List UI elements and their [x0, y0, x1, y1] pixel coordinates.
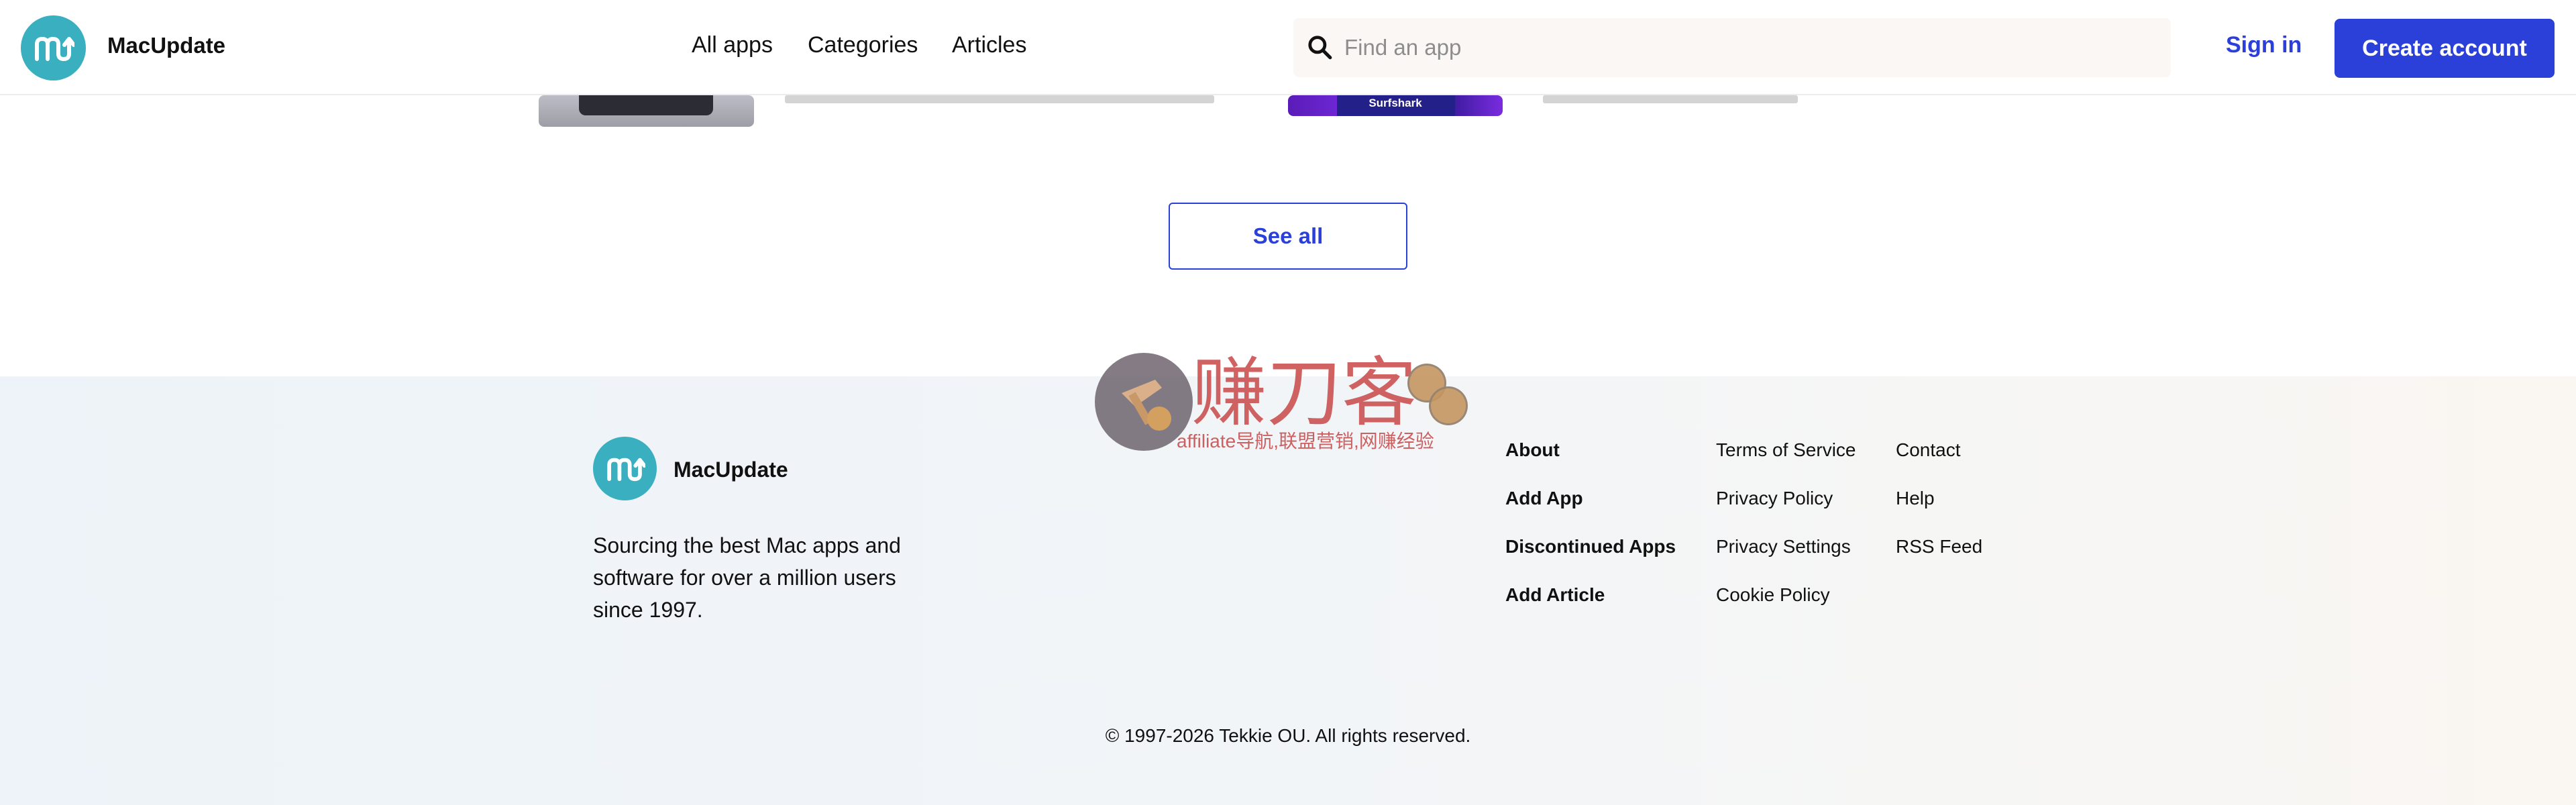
footer-tagline: Sourcing the best Mac apps and software …: [593, 533, 901, 622]
nav-all-apps[interactable]: All apps: [692, 32, 773, 58]
article-title-cut[interactable]: [1543, 95, 1798, 103]
see-all-button[interactable]: See all: [1169, 203, 1407, 270]
watermark-coin-icon: [1429, 386, 1468, 425]
footer-link-discontinued-apps[interactable]: Discontinued Apps: [1505, 536, 1676, 557]
macupdate-logo-icon[interactable]: [21, 15, 86, 80]
nav-articles[interactable]: Articles: [952, 32, 1026, 58]
brand-name[interactable]: MacUpdate: [107, 33, 225, 58]
create-account-button[interactable]: Create account: [2334, 19, 2555, 78]
footer-logo-icon[interactable]: [593, 437, 657, 500]
search-input[interactable]: [1344, 32, 2136, 64]
laptop-image: [579, 95, 713, 115]
watermark-title: 赚刀客: [1191, 350, 1417, 437]
footer-link-add-app[interactable]: Add App: [1505, 488, 1583, 509]
sign-in-link[interactable]: Sign in: [2226, 32, 2302, 58]
search-icon: [1307, 34, 1332, 63]
footer-brand-name[interactable]: MacUpdate: [674, 458, 788, 482]
footer-link-privacy-settings[interactable]: Privacy Settings: [1716, 536, 1851, 557]
footer-link-add-article[interactable]: Add Article: [1505, 584, 1605, 606]
footer-link-privacy-policy[interactable]: Privacy Policy: [1716, 488, 1833, 509]
watermark-overlay: 赚刀客 affiliate导航,联盟营销,网赚经验: [1093, 353, 1483, 460]
nav-categories[interactable]: Categories: [808, 32, 918, 58]
top-header: MacUpdate All apps Categories Articles S…: [0, 0, 2576, 95]
footer-link-about[interactable]: About: [1505, 439, 1560, 461]
footer-link-cookie-policy[interactable]: Cookie Policy: [1716, 584, 1830, 606]
footer-link-contact[interactable]: Contact: [1896, 439, 1961, 461]
watermark-subtitle: affiliate导航,联盟营销,网赚经验: [1177, 431, 1434, 451]
article-title-cut[interactable]: [785, 95, 1214, 103]
article-thumbnail-macbook[interactable]: [539, 95, 754, 127]
footer-link-rss-feed[interactable]: RSS Feed: [1896, 536, 1982, 557]
article-thumbnail-surfshark[interactable]: Surfshark: [1288, 95, 1503, 116]
copyright-text: © 1997-2026 Tekkie OU. All rights reserv…: [1105, 725, 1471, 746]
search-bar[interactable]: [1293, 18, 2171, 77]
footer-link-help[interactable]: Help: [1896, 488, 1935, 509]
surfshark-label: Surfshark: [1368, 97, 1422, 109]
footer-link-terms[interactable]: Terms of Service: [1716, 439, 1856, 461]
